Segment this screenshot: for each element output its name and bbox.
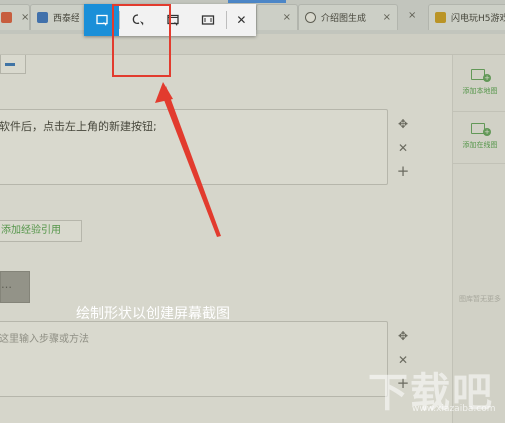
screenshot-stage: × 西泰经验 × 介绍图生成 × 闪电玩H5游戏 × 软件后，点击左上角的新建按…: [0, 0, 505, 423]
snip-caption: 绘制形状以创建屏幕截图: [76, 306, 230, 322]
watermark-url: www.xiazaiba.com: [412, 404, 496, 414]
